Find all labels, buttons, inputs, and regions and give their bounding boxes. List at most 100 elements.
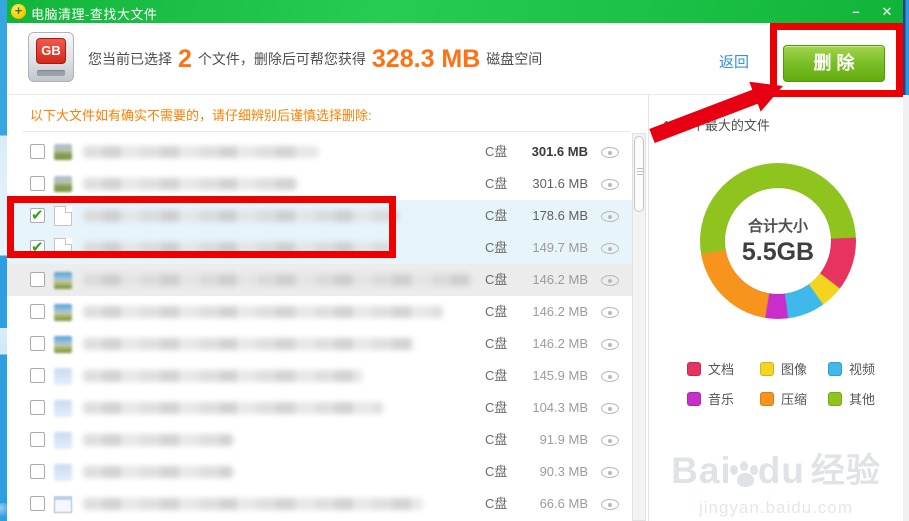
watermark-logo: Bai du 经验 [671, 443, 881, 492]
gb-badge: GB [36, 38, 66, 64]
file-type-donut-chart: 合计大小 5.5GB [700, 163, 856, 319]
file-type-icon [54, 464, 72, 481]
preview-eye-icon[interactable] [601, 467, 619, 478]
file-type-icon [54, 400, 72, 417]
file-row[interactable]: C盘 90.3 MB [7, 456, 632, 488]
file-row[interactable]: C盘 146.2 MB [7, 264, 632, 296]
stats-panel: 1000个最大的文件 合计大小 5.5GB 文档 图像 视频 音乐 压缩 其他 … [649, 95, 903, 521]
file-checkbox[interactable] [30, 336, 45, 351]
gb-icon-slot [37, 70, 65, 76]
file-type-icon [54, 432, 72, 449]
legend-color-swatch [828, 361, 842, 376]
preview-eye-icon[interactable] [601, 243, 619, 254]
watermark-text-du: du [757, 450, 805, 491]
file-type-icon [54, 144, 72, 160]
file-row[interactable]: C盘 146.2 MB [7, 328, 632, 360]
minimize-button[interactable]: – [847, 3, 865, 20]
preview-eye-icon[interactable] [601, 211, 619, 222]
legend-label: 压缩 [781, 392, 808, 407]
file-size: 149.7 MB [532, 240, 588, 255]
preview-eye-icon[interactable] [601, 403, 619, 414]
file-name-redacted [83, 146, 318, 158]
baidu-watermark: Bai du 经验 jingyan.baidu.com [649, 443, 903, 518]
file-size: 146.2 MB [532, 272, 588, 287]
preview-eye-icon[interactable] [601, 371, 619, 382]
file-name-redacted [83, 338, 413, 350]
background-window-left-sliver [0, 0, 7, 521]
file-size: 146.2 MB [532, 304, 588, 319]
file-size: 146.2 MB [532, 336, 588, 351]
legend-label: 其他 [849, 392, 876, 407]
file-checkbox[interactable] [30, 368, 45, 383]
file-checkbox[interactable] [30, 272, 45, 287]
file-checkbox[interactable] [30, 304, 45, 319]
file-row[interactable]: C盘 146.2 MB [7, 296, 632, 328]
file-type-icon [54, 496, 72, 513]
file-row[interactable]: C盘 301.6 MB [7, 136, 632, 168]
paw-icon [729, 460, 760, 490]
file-row[interactable]: C盘 104.3 MB [7, 392, 632, 424]
file-name-redacted [83, 402, 383, 414]
window-title: 电脑清理-查找大文件 [31, 7, 158, 22]
annotation-box-selected-rows [7, 196, 396, 258]
file-type-icon [54, 368, 72, 385]
file-size: 91.9 MB [539, 432, 588, 447]
file-checkbox[interactable] [30, 496, 45, 511]
background-right-strip [903, 95, 909, 521]
selection-summary: 您当前已选择 2 个文件，删除后可帮您获得 328.3 MB 磁盘空间 [88, 23, 542, 95]
preview-eye-icon[interactable] [601, 275, 619, 286]
legend-color-swatch [828, 391, 842, 406]
donut-center-value: 5.5GB [741, 238, 815, 266]
preview-eye-icon[interactable] [601, 339, 619, 350]
file-checkbox[interactable] [30, 400, 45, 415]
file-size: 90.3 MB [539, 464, 588, 479]
legend-item: 图像 [760, 359, 807, 378]
legend-item: 压缩 [760, 389, 807, 408]
file-size: 301.6 MB [532, 176, 588, 191]
summary-mid: 个文件，删除后可帮您获得 [197, 51, 366, 67]
file-checkbox[interactable] [30, 464, 45, 479]
file-name-redacted [83, 306, 443, 318]
annotation-arrow [649, 81, 783, 143]
preview-eye-icon[interactable] [601, 499, 619, 510]
watermark-text-bai: Bai [671, 450, 732, 491]
back-link[interactable]: 返回 [719, 51, 749, 72]
legend-color-swatch [760, 391, 774, 406]
legend-color-swatch [687, 391, 701, 406]
file-size: 104.3 MB [532, 400, 588, 415]
file-name-redacted [83, 274, 473, 286]
preview-eye-icon[interactable] [601, 179, 619, 190]
file-type-icon [54, 304, 72, 321]
file-type-icon [54, 272, 72, 289]
file-name-redacted [83, 370, 363, 382]
file-size: 145.9 MB [532, 368, 588, 383]
watermark-text-cn: 经验 [810, 452, 881, 490]
donut-center: 合计大小 5.5GB [725, 188, 831, 294]
preview-eye-icon[interactable] [601, 147, 619, 158]
file-size: 178.6 MB [532, 208, 588, 223]
file-row[interactable]: C盘 66.6 MB [7, 488, 632, 520]
summary-prefix: 您当前已选择 [88, 51, 172, 67]
file-size: 301.6 MB [531, 144, 588, 159]
list-top-divider [23, 131, 630, 132]
preview-eye-icon[interactable] [601, 307, 619, 318]
titlebar: + 电脑清理-查找大文件 – ✕ [7, 0, 903, 23]
file-checkbox[interactable] [30, 176, 45, 191]
legend-label: 视频 [849, 362, 876, 377]
file-checkbox[interactable] [30, 432, 45, 447]
file-size: 66.6 MB [539, 496, 588, 511]
legend-item: 文档 [687, 359, 734, 378]
file-row[interactable]: C盘 145.9 MB [7, 360, 632, 392]
file-checkbox[interactable] [30, 144, 45, 159]
legend-item: 音乐 [687, 389, 734, 408]
close-button[interactable]: ✕ [878, 3, 896, 20]
legend-color-swatch [760, 361, 774, 376]
list-scrollbar[interactable] [632, 133, 646, 521]
selected-count: 2 [178, 44, 192, 73]
caution-tip: 以下大文件如有确实不需要的，请仔细辨别后谨慎选择删除: [30, 108, 372, 123]
file-list: C盘 301.6 MB C盘 301.6 MB C盘 178.6 MB C盘 1… [7, 136, 632, 521]
preview-eye-icon[interactable] [601, 435, 619, 446]
watermark-url: jingyan.baidu.com [698, 498, 854, 517]
screenshot-root: + 电脑清理-查找大文件 – ✕ GB 您当前已选择 2 个文件，删除后可帮您获… [0, 0, 909, 521]
file-row[interactable]: C盘 91.9 MB [7, 424, 632, 456]
